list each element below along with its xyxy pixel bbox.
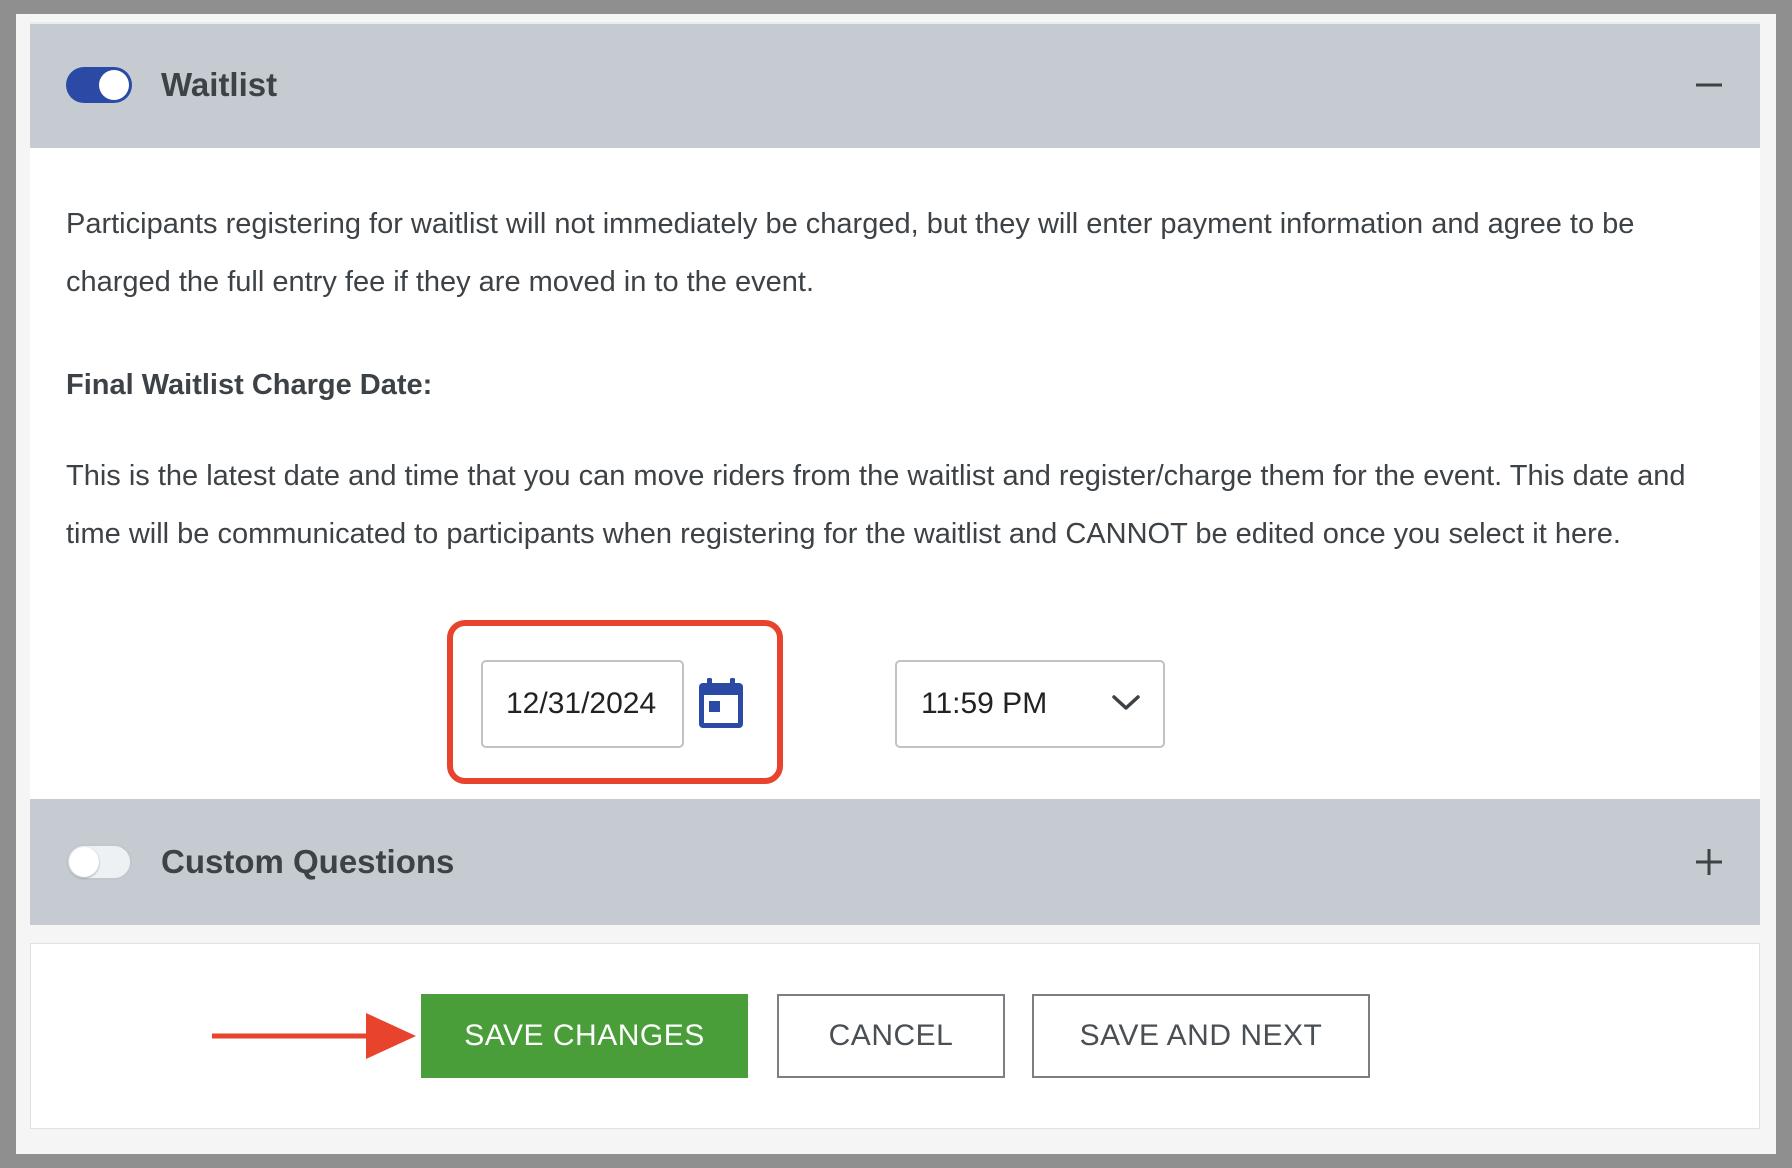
custom-questions-panel-header[interactable]: Custom Questions: [30, 799, 1760, 925]
plus-icon[interactable]: [1694, 847, 1724, 877]
custom-questions-title: Custom Questions: [161, 843, 455, 880]
cancel-button[interactable]: CANCEL: [777, 994, 1005, 1078]
charge-date-help: This is the latest date and time that yo…: [66, 460, 1686, 550]
charge-time-select[interactable]: 11:59 PM: [895, 660, 1165, 748]
charge-time-value: 11:59 PM: [921, 687, 1048, 720]
waitlist-toggle[interactable]: [66, 67, 132, 103]
toggle-knob: [69, 847, 99, 877]
waitlist-description: Participants registering for waitlist wi…: [66, 208, 1635, 298]
waitlist-panel-header[interactable]: Waitlist: [30, 22, 1760, 148]
charge-date-input[interactable]: [481, 660, 684, 748]
waitlist-title: Waitlist: [161, 66, 278, 103]
charge-date-label: Final Waitlist Charge Date:: [66, 369, 433, 401]
toggle-knob: [99, 70, 129, 100]
custom-questions-toggle[interactable]: [66, 844, 132, 880]
save-and-next-button[interactable]: SAVE AND NEXT: [1032, 994, 1370, 1078]
save-changes-button[interactable]: SAVE CHANGES: [421, 994, 748, 1078]
minus-icon[interactable]: [1694, 70, 1724, 100]
chevron-down-icon: [1112, 695, 1140, 710]
calendar-icon[interactable]: [697, 678, 745, 730]
arrow-pointer-icon: [212, 1013, 416, 1059]
